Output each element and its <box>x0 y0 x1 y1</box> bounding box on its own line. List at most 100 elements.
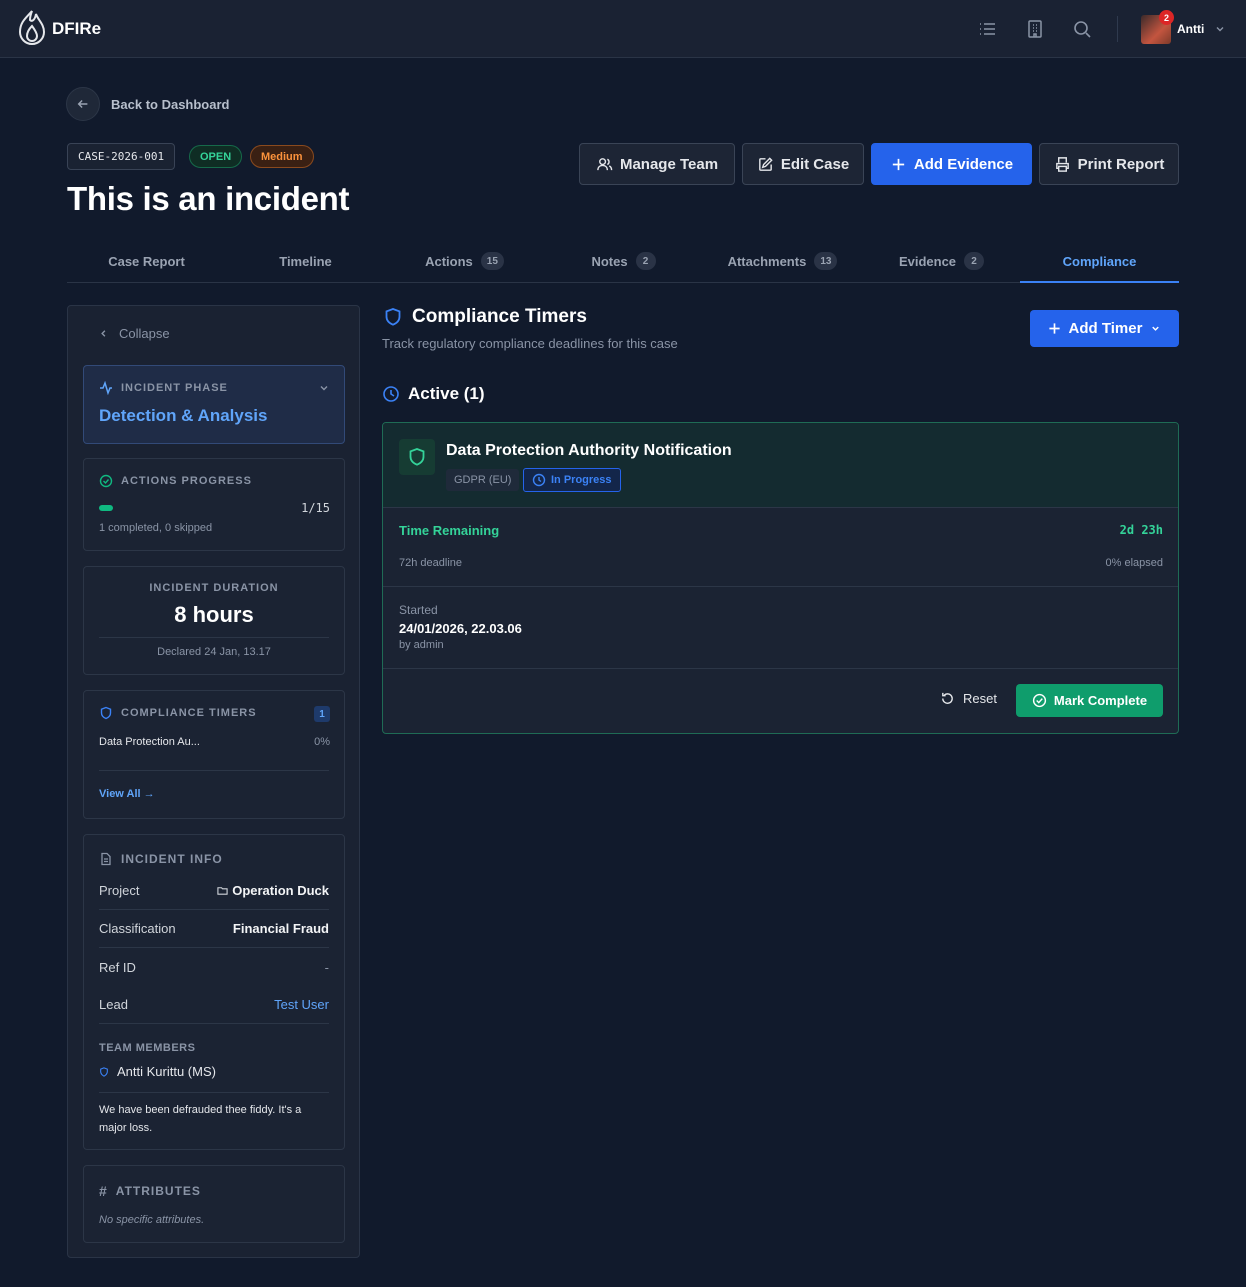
tab-label: Timeline <box>279 253 332 269</box>
compliance-timers-label: COMPLIANCE TIMERS <box>121 707 257 719</box>
tab-notes[interactable]: Notes 2 <box>544 240 703 282</box>
tab-label: Notes <box>591 253 628 269</box>
arrow-left-icon <box>77 100 88 108</box>
divider <box>99 1092 329 1093</box>
attributes-header: # ATTRIBUTES <box>99 1183 201 1199</box>
app-logo[interactable]: DFIRe <box>16 8 101 50</box>
lead-user-link[interactable]: Test User <box>274 997 329 1012</box>
document-icon <box>101 852 111 866</box>
tab-count: 2 <box>964 252 985 270</box>
add-evidence-label: Add Evidence <box>913 155 1014 173</box>
tab-case-report[interactable]: Case Report <box>67 240 226 282</box>
time-remaining-value: 2d 23h <box>1119 523 1163 537</box>
top-divider <box>1117 16 1118 42</box>
divider <box>383 586 1178 587</box>
attributes-card: # ATTRIBUTES No specific attributes. <box>83 1165 345 1243</box>
notification-badge: 2 <box>1159 10 1174 25</box>
print-report-label: Print Report <box>1077 155 1165 173</box>
print-report-button[interactable]: Print Report <box>1039 143 1179 185</box>
info-row-project: Project Operation Duck <box>99 872 329 910</box>
flame-shield-icon <box>18 10 46 45</box>
team-members-label: TEAM MEMBERS <box>99 1042 196 1054</box>
add-timer-label: Add Timer <box>1068 320 1143 337</box>
edit-case-button[interactable]: Edit Case <box>742 143 864 185</box>
deadline-label: 72h deadline <box>399 557 463 569</box>
top-bar: DFIRe 2 Antti <box>0 0 1246 58</box>
incident-description: We have been defrauded thee fiddy. It's … <box>99 1104 302 1134</box>
hash-icon: # <box>99 1183 108 1199</box>
tab-attachments[interactable]: Attachments 13 <box>703 240 862 282</box>
declared-date: Declared 24 Jan, 13.17 <box>157 646 271 658</box>
shield-icon <box>100 706 112 720</box>
incident-phase-card[interactable]: INCIDENT PHASE Detection & Analysis <box>83 365 345 444</box>
back-button[interactable] <box>66 87 100 121</box>
shield-icon <box>100 1066 108 1077</box>
tab-timeline[interactable]: Timeline <box>226 240 385 282</box>
info-key: Classification <box>99 921 176 936</box>
tab-label: Actions <box>425 253 473 269</box>
info-key: Lead <box>99 997 128 1012</box>
tab-label: Case Report <box>108 253 185 269</box>
tab-count: 13 <box>814 252 838 270</box>
incident-duration-label: INCIDENT DURATION <box>149 582 279 594</box>
severity-badge: Medium <box>250 145 314 168</box>
tab-actions[interactable]: Actions 15 <box>385 240 544 282</box>
edit-icon <box>758 156 773 171</box>
attributes-label: ATTRIBUTES <box>115 1184 201 1198</box>
building-icon[interactable] <box>1025 19 1045 39</box>
team-member-name: Antti Kurittu (MS) <box>117 1064 216 1079</box>
manage-team-label: Manage Team <box>619 155 719 173</box>
compliance-timers-card: COMPLIANCE TIMERS 1 Data Protection Au..… <box>83 690 345 819</box>
timer-title: Data Protection Authority Notification <box>446 442 732 459</box>
info-row-ref-id: Ref ID - <box>99 948 329 986</box>
info-value: - <box>324 959 329 975</box>
compliance-timer-item[interactable]: Data Protection Au... <box>99 736 200 748</box>
check-circle-icon <box>1032 693 1047 708</box>
actions-progress-header: ACTIONS PROGRESS <box>99 474 252 488</box>
tab-compliance[interactable]: Compliance <box>1020 240 1179 283</box>
avatar[interactable]: 2 <box>1141 10 1174 44</box>
chevron-down-icon <box>318 382 330 394</box>
list-icon[interactable] <box>977 19 997 39</box>
compliance-timer-card: Data Protection Authority Notification G… <box>382 422 1179 734</box>
compliance-subtitle: Track regulatory compliance deadlines fo… <box>382 336 678 351</box>
clock-icon <box>532 473 546 487</box>
view-all-link[interactable]: View All → <box>99 788 155 800</box>
search-icon[interactable] <box>1072 19 1092 39</box>
tab-count: 15 <box>480 252 504 270</box>
started-by: by admin <box>399 639 444 651</box>
folder-icon <box>217 887 228 895</box>
users-icon <box>597 157 613 170</box>
compliance-title-text: Compliance Timers <box>412 306 587 327</box>
progress-bar <box>99 505 113 511</box>
incident-info-header: INCIDENT INFO <box>99 852 223 866</box>
tab-count: 2 <box>635 252 656 270</box>
plus-icon <box>1048 323 1060 334</box>
active-timers-label: Active (1) <box>408 384 485 403</box>
manage-team-button[interactable]: Manage Team <box>579 143 735 185</box>
reset-icon <box>942 692 953 704</box>
user-name[interactable]: Antti <box>1177 22 1204 36</box>
incident-info-card: INCIDENT INFO Project Operation Duck Cla… <box>83 834 345 1150</box>
incident-phase-header: INCIDENT PHASE <box>99 381 228 395</box>
chevron-down-icon <box>1152 326 1160 331</box>
page-title: This is an incident <box>67 180 350 217</box>
edit-case-label: Edit Case <box>780 155 850 173</box>
chevron-down-icon[interactable] <box>1214 23 1226 35</box>
reset-button[interactable]: Reset <box>940 691 997 706</box>
info-value[interactable]: Operation Duck <box>217 883 329 898</box>
activity-icon <box>100 381 112 395</box>
case-id-badge: CASE-2026-001 <box>67 143 176 170</box>
back-to-dashboard-link[interactable]: Back to Dashboard <box>111 97 229 112</box>
mark-complete-button[interactable]: Mark Complete <box>1016 684 1163 717</box>
add-timer-button[interactable]: Add Timer <box>1030 310 1179 347</box>
shield-icon <box>385 308 401 326</box>
info-row-lead: Lead Test User <box>99 986 329 1024</box>
compliance-timer-percent: 0% <box>314 736 330 748</box>
tab-evidence[interactable]: Evidence 2 <box>862 240 1021 282</box>
collapse-label: Collapse <box>119 326 170 341</box>
add-evidence-button[interactable]: Add Evidence <box>871 143 1032 185</box>
tab-label: Attachments <box>727 253 807 269</box>
progress-summary: 1 completed, 0 skipped <box>99 522 213 534</box>
collapse-button[interactable]: Collapse <box>98 326 170 341</box>
